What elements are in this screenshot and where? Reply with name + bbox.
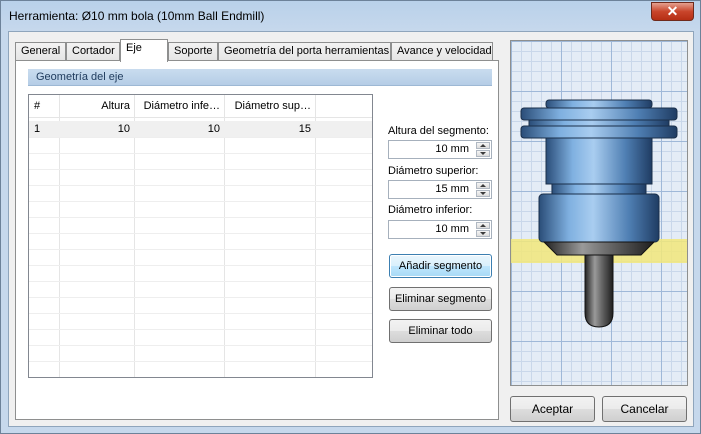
tool-preview-drawing [511, 99, 687, 328]
cell-index: 1 [34, 123, 41, 135]
grid-row-line [29, 265, 372, 266]
group-header: Geometría del eje [28, 69, 492, 86]
grid-row-line [29, 137, 372, 138]
cell-diametro-superior: 15 [298, 123, 311, 135]
ok-button[interactable]: Aceptar [510, 396, 595, 422]
diametro-inferior-label: Diámetro inferior: [388, 204, 473, 216]
grid-row-line [29, 185, 372, 186]
spin-up-icon[interactable] [476, 142, 490, 149]
cutter-ball-end [584, 254, 614, 328]
grid-row-line [29, 361, 372, 362]
spin-up-icon[interactable] [476, 222, 490, 229]
tab-eje[interactable]: Eje [120, 39, 168, 62]
remove-segment-button[interactable]: Eliminar segmento [389, 287, 492, 311]
tab-label: Geometría del porta herramientas [224, 45, 390, 57]
tab-label: Cortador [72, 45, 115, 57]
spin-down-icon[interactable] [476, 230, 490, 237]
table-row[interactable]: 1 10 10 15 [29, 121, 372, 137]
tab-label: Avance y velocidad [397, 45, 492, 57]
segments-table[interactable]: # Altura Diámetro infe… Diámetro sup… 1 … [28, 94, 373, 378]
tool-dialog: Herramienta: Ø10 mm bola (10mm Ball Endm… [0, 0, 701, 434]
grid-row-line [29, 201, 372, 202]
tab-cortador[interactable]: Cortador [66, 42, 120, 60]
grid-row-line [29, 281, 372, 282]
close-button[interactable]: ✕ [651, 2, 694, 21]
diametro-superior-value[interactable]: 15 mm [435, 181, 469, 198]
tab-avance-velocidad[interactable]: Avance y velocidad [391, 42, 493, 60]
grid-row-line [29, 249, 372, 250]
shaft-segment [542, 241, 656, 256]
table-header: # Altura Diámetro infe… Diámetro sup… [29, 95, 372, 118]
column-header-index[interactable]: # [29, 95, 60, 117]
tab-panel-eje: Geometría del eje # Altura Diámetro infe… [15, 60, 499, 420]
diametro-superior-spinner[interactable]: 15 mm [388, 180, 492, 199]
close-icon: ✕ [666, 3, 679, 19]
cancel-button[interactable]: Cancelar [602, 396, 687, 422]
spin-down-icon[interactable] [476, 190, 490, 197]
holder-ring [520, 107, 678, 121]
column-header-diametro-superior[interactable]: Diámetro sup… [225, 95, 316, 117]
diametro-superior-label: Diámetro superior: [388, 165, 479, 177]
title-bar[interactable]: Herramienta: Ø10 mm bola (10mm Ball Endm… [1, 1, 700, 31]
grid-row-line [29, 345, 372, 346]
remove-all-button[interactable]: Eliminar todo [389, 319, 492, 343]
holder-collar [551, 183, 647, 195]
grid-row-line [29, 329, 372, 330]
grid-row-line [29, 169, 372, 170]
grid-row-line [29, 233, 372, 234]
add-segment-button[interactable]: Añadir segmento [389, 254, 492, 278]
cell-altura: 10 [117, 123, 130, 135]
altura-label: Altura del segmento: [388, 125, 489, 137]
grid-row-line [29, 153, 372, 154]
column-header-altura[interactable]: Altura [60, 95, 135, 117]
altura-value[interactable]: 10 mm [435, 141, 469, 158]
spin-up-icon[interactable] [476, 182, 490, 189]
tab-label: Eje [126, 42, 142, 54]
diametro-inferior-value[interactable]: 10 mm [435, 221, 469, 238]
tab-label: Soporte [174, 45, 213, 57]
holder-groove [528, 119, 670, 127]
tab-label: General [21, 45, 61, 57]
grid-row-line [29, 297, 372, 298]
altura-spinner[interactable]: 10 mm [388, 140, 492, 159]
cell-diametro-inferior: 10 [207, 123, 220, 135]
tab-general[interactable]: General [15, 42, 66, 60]
window-title: Herramienta: Ø10 mm bola (10mm Ball Endm… [9, 9, 265, 23]
grid-row-line [29, 313, 372, 314]
tab-soporte[interactable]: Soporte [168, 42, 218, 60]
tab-geometria-porta[interactable]: Geometría del porta herramientas [218, 42, 391, 60]
dialog-body: General Cortador Eje Soporte Geometría d… [8, 31, 694, 427]
tool-preview[interactable] [510, 40, 688, 386]
spin-down-icon[interactable] [476, 150, 490, 157]
column-header-diametro-inferior[interactable]: Diámetro infe… [135, 95, 225, 117]
holder-ring [520, 125, 678, 139]
holder-top-flange [545, 99, 653, 109]
diametro-inferior-spinner[interactable]: 10 mm [388, 220, 492, 239]
holder-nut [538, 193, 660, 243]
holder-body [545, 137, 653, 185]
grid-row-line [29, 217, 372, 218]
